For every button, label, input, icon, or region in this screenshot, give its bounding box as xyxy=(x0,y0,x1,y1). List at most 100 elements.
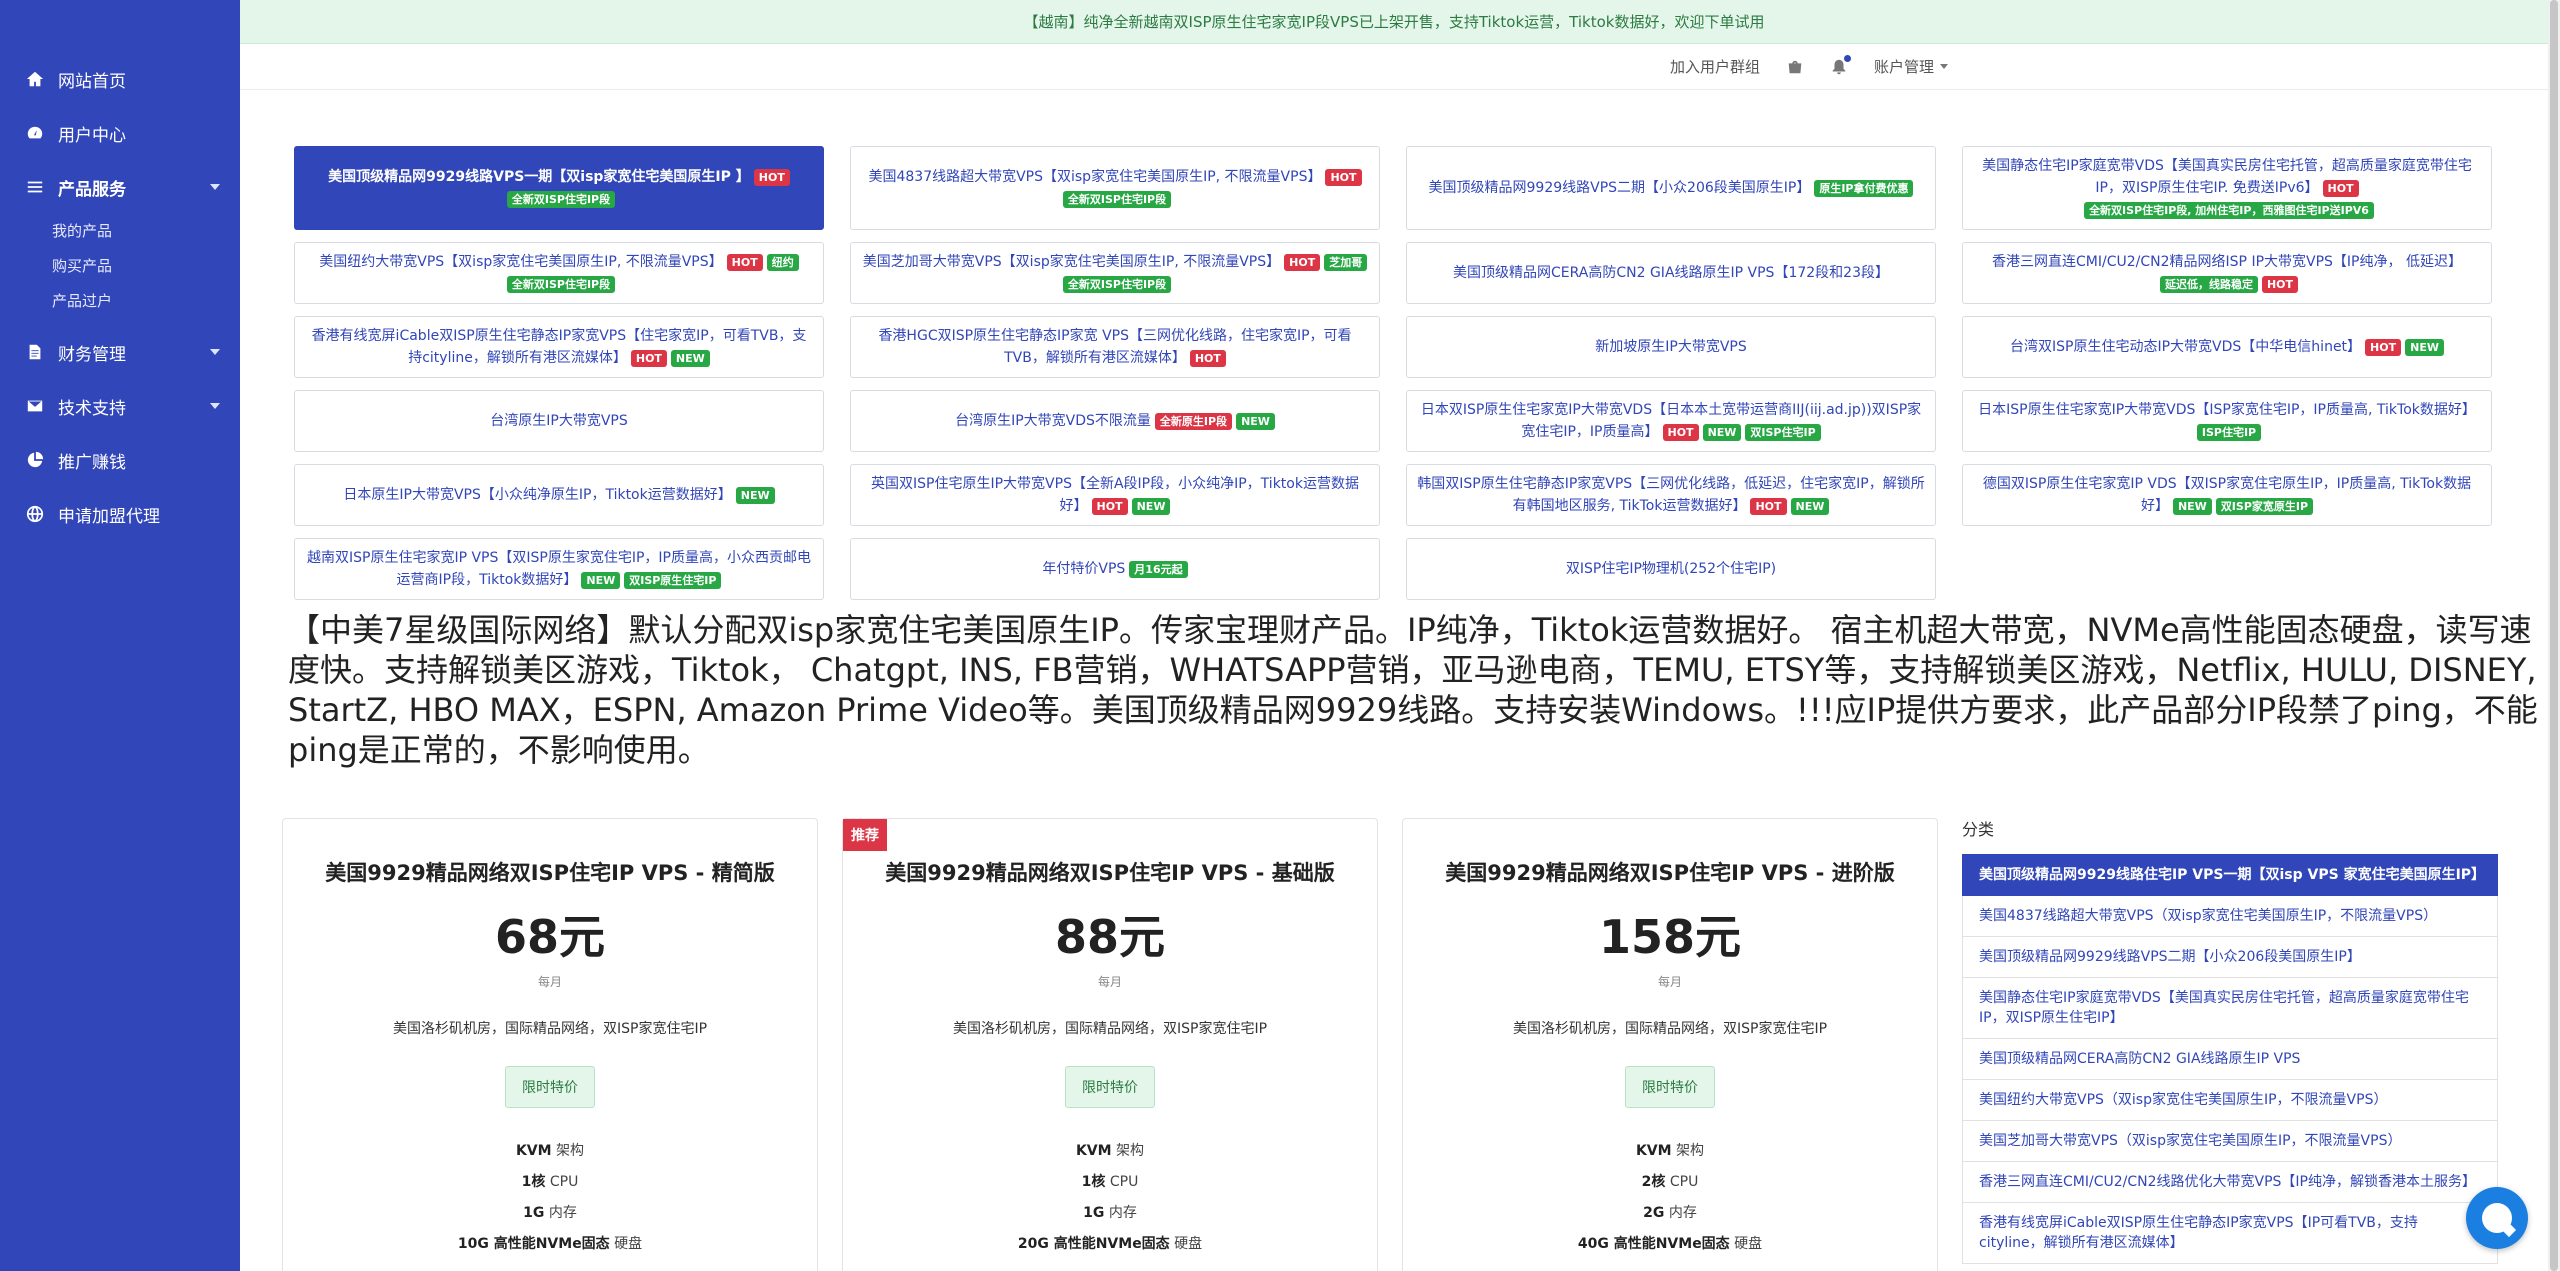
spec-value: 10G 高性能NVMe固态 xyxy=(457,1236,610,1252)
sidebar-item-home[interactable]: 网站首页 xyxy=(0,52,240,106)
bell-icon[interactable] xyxy=(1830,54,1851,76)
category-badge: 延迟低，线路稳定 xyxy=(2159,275,2258,293)
plan-name: 美国9929精品网络双ISP住宅IP VPS - 基础版 xyxy=(885,861,1335,885)
category-card-label: 美国4837线路超大带宽VPS【双isp家宽住宅美国原生IP, 不限流量VPS】 xyxy=(868,169,1322,185)
sidebar-item-support[interactable]: 技术支持 xyxy=(0,379,240,433)
category-card[interactable]: 日本ISP原生住宅家宽IP大带宽VDS【ISP家宽住宅IP，IP质量高, Tik… xyxy=(1962,390,2492,452)
category-card-content: 英国双ISP住宅原生IP大带宽VPS【全新A段IP段，小众纯净IP，Tiktok… xyxy=(861,473,1369,517)
promo-button[interactable]: 限时特价 xyxy=(505,1066,595,1108)
category-card[interactable]: 日本原生IP大带宽VPS【小众纯净原生IP，Tiktok运营数据好】 NEW xyxy=(294,464,824,526)
scrollbar-thumb[interactable] xyxy=(2550,0,2558,1271)
category-card-label: 香港HGC双ISP原生住宅静态IP家宽 VPS【三网优化线路，住宅家宽IP，可看… xyxy=(878,328,1352,366)
category-card[interactable]: 台湾原生IP大带宽VPS xyxy=(294,390,824,452)
category-card-content: 美国纽约大带宽VPS【双isp家宽住宅美国原生IP, 不限流量VPS】 HOT 纽约… xyxy=(305,251,813,295)
category-card[interactable]: 美国顶级精品网9929线路VPS一期【双isp家宽住宅美国原生IP 】 HOT 全新… xyxy=(294,146,824,230)
category-card[interactable]: 日本双ISP原生住宅家宽IP大带宽VDS【日本本土宽带运营商IIJ(iij.ad… xyxy=(1406,390,1936,452)
category-badge: NEW xyxy=(1790,497,1830,515)
category-card[interactable]: 双ISP住宅IP物理机(252个住宅IP) xyxy=(1406,538,1936,600)
recommended-badge: 推荐 xyxy=(843,819,887,851)
category-card[interactable]: 德国双ISP原生住宅家宽IP VDS【双ISP家宽住宅原生IP，IP质量高, T… xyxy=(1962,464,2492,526)
spec-value: KVM xyxy=(1635,1143,1672,1159)
category-badge: NEW xyxy=(735,486,775,504)
category-card[interactable]: 香港三网直连CMI/CU2/CN2精品网络ISP IP大带宽VPS【IP纯净， … xyxy=(1962,242,2492,304)
category-card[interactable]: 香港有线宽屏iCable双ISP原生住宅静态IP家宽VPS【住宅家宽IP，可看T… xyxy=(294,316,824,378)
sidebar-item-referral[interactable]: 推广赚钱 xyxy=(0,433,240,487)
chevron-down-icon xyxy=(210,349,220,355)
join-group-link[interactable]: 加入用户群组 xyxy=(1670,56,1760,77)
plan-spec-row: KVM 架构 xyxy=(843,1136,1377,1167)
side-category-item[interactable]: 美国顶级精品网9929线路VPS二期【小众206段美国原生IP】 xyxy=(1962,937,2498,978)
account-menu[interactable]: 账户管理 xyxy=(1874,56,1948,77)
category-badge: HOT xyxy=(630,349,667,367)
side-category-item[interactable]: 美国4837线路超大带宽VPS（双isp家宽住宅美国原生IP，不限流量VPS） xyxy=(1962,896,2498,937)
category-card-content: 香港HGC双ISP原生住宅静态IP家宽 VPS【三网优化线路，住宅家宽IP，可看… xyxy=(861,325,1369,369)
category-card-label: 年付特价VPS xyxy=(1042,561,1126,577)
category-badge: HOT xyxy=(2365,338,2402,356)
category-card[interactable]: 台湾原生IP大带宽VDS不限流量 全新原生IP段 NEW xyxy=(850,390,1380,452)
promo-button[interactable]: 限时特价 xyxy=(1065,1066,1155,1108)
category-badge: HOT xyxy=(2322,179,2359,197)
sidebar-item-finance[interactable]: 财务管理 xyxy=(0,325,240,379)
category-card[interactable]: 美国芝加哥大带宽VPS【双isp家宽住宅美国原生IP, 不限流量VPS】 HOT 芝… xyxy=(850,242,1380,304)
chevron-down-icon xyxy=(1940,64,1948,69)
category-card[interactable]: 香港HGC双ISP原生住宅静态IP家宽 VPS【三网优化线路，住宅家宽IP，可看… xyxy=(850,316,1380,378)
chevron-down-icon xyxy=(210,184,220,190)
category-card[interactable]: 年付特价VPS 月16元起 xyxy=(850,538,1380,600)
subnav-my-products[interactable]: 我的产品 xyxy=(52,214,240,249)
category-badge: 双ISP家宽原生IP xyxy=(2215,497,2314,515)
category-card-label: 越南双ISP原生住宅家宽IP VPS【双ISP原生家宽住宅IP，IP质量高，小众… xyxy=(307,550,811,588)
category-card-content: 日本ISP原生住宅家宽IP大带宽VDS【ISP家宽住宅IP，IP质量高, Tik… xyxy=(1973,399,2481,443)
category-card[interactable]: 美国纽约大带宽VPS【双isp家宽住宅美国原生IP, 不限流量VPS】 HOT 纽约… xyxy=(294,242,824,304)
subnav-buy-products[interactable]: 购买产品 xyxy=(52,249,240,284)
spec-value: 1G xyxy=(523,1205,545,1221)
category-badge: 月16元起 xyxy=(1129,560,1188,578)
side-category-item[interactable]: 香港三网直连CMI/CU2/CN2线路优化大带宽VPS【IP纯净，解锁香港本土服… xyxy=(1962,1162,2498,1203)
category-card[interactable]: 越南双ISP原生住宅家宽IP VPS【双ISP原生家宽住宅IP，IP质量高，小众… xyxy=(294,538,824,600)
promo-button[interactable]: 限时特价 xyxy=(1625,1066,1715,1108)
category-badge: 全新双ISP住宅IP段, 加州住宅IP，西雅图住宅IP送IPV6 xyxy=(2084,201,2374,219)
sidebar-item-products[interactable]: 产品服务 xyxy=(0,160,240,214)
category-card-content: 年付特价VPS 月16元起 xyxy=(1042,558,1188,580)
category-card[interactable]: 美国4837线路超大带宽VPS【双isp家宽住宅美国原生IP, 不限流量VPS】… xyxy=(850,146,1380,230)
category-badge: 双ISP住宅IP xyxy=(1745,423,1821,441)
side-category-item[interactable]: 美国顶级精品网CERA高防CN2 GIA线路原生IP VPS xyxy=(1962,1039,2498,1080)
chevron-down-icon xyxy=(210,403,220,409)
category-badge: 双ISP原生住宅IP xyxy=(624,571,722,589)
category-card-label: 香港有线宽屏iCable双ISP原生住宅静态IP家宽VPS【住宅家宽IP，可看T… xyxy=(311,328,807,366)
category-card-content: 日本原生IP大带宽VPS【小众纯净原生IP，Tiktok运营数据好】 NEW xyxy=(343,484,775,506)
spec-value: 1核 xyxy=(1081,1174,1106,1190)
side-category-item[interactable]: 美国顶级精品网9929线路住宅IP VPS一期【双isp VPS 家宽住宅美国原… xyxy=(1962,854,2498,896)
plan-list: 美国9929精品网络双ISP住宅IP VPS - 精简版 68元 每月 美国洛杉矶机房… xyxy=(282,818,1938,1271)
sidebar-item-label: 申请加盟代理 xyxy=(58,506,160,527)
category-card-label: 美国静态住宅IP家庭宽带VDS【美国真实民房住宅托管，超高质量家庭宽带住宅IP，… xyxy=(1982,158,2472,196)
category-card[interactable]: 美国静态住宅IP家庭宽带VDS【美国真实民房住宅托管，超高质量家庭宽带住宅IP，… xyxy=(1962,146,2492,230)
category-card[interactable]: 美国顶级精品网9929线路VPS二期【小众206段美国原生IP】 原生IP拿付费优… xyxy=(1406,146,1936,230)
category-card[interactable]: 美国顶级精品网CERA高防CN2 GIA线路原生IP VPS【172段和23段】 xyxy=(1406,242,1936,304)
cart-icon[interactable] xyxy=(1786,58,1804,76)
sidebar-item-agent[interactable]: 申请加盟代理 xyxy=(0,487,240,541)
side-category-item[interactable]: 香港有线宽屏iCable双ISP原生住宅静态IP家宽VPS【IP可看TVB，支持… xyxy=(1962,1203,2498,1264)
subnav-transfer-products[interactable]: 产品过户 xyxy=(52,284,240,319)
category-card-label: 美国芝加哥大带宽VPS【双isp家宽住宅美国原生IP, 不限流量VPS】 xyxy=(862,254,1281,270)
side-category-item[interactable]: 美国纽约大带宽VPS（双isp家宽住宅美国原生IP，不限流量VPS） xyxy=(1962,1080,2498,1121)
chat-button[interactable] xyxy=(2466,1187,2528,1249)
product-description: 【中美7星级国际网络】默认分配双isp家宽住宅美国原生IP。传家宝理财产品。IP… xyxy=(288,611,2538,769)
plan-name: 美国9929精品网络双ISP住宅IP VPS - 进阶版 xyxy=(1445,861,1895,885)
side-category-item[interactable]: 美国静态住宅IP家庭宽带VDS【美国真实民房住宅托管，超高质量家庭宽带住宅IP，… xyxy=(1962,978,2498,1039)
category-card[interactable]: 韩国双ISP原生住宅静态IP家宽VPS【三网优化线路，低延迟，住宅家宽IP，解锁… xyxy=(1406,464,1936,526)
category-badge: 全新双ISP住宅IP段 xyxy=(506,190,616,208)
category-card-label: 台湾原生IP大带宽VDS不限流量 xyxy=(955,413,1151,429)
category-card[interactable]: 新加坡原生IP大带宽VPS xyxy=(1406,316,1936,378)
category-card[interactable]: 英国双ISP住宅原生IP大带宽VPS【全新A段IP段，小众纯净IP，Tiktok… xyxy=(850,464,1380,526)
side-category-item[interactable]: 美国芝加哥大带宽VPS（双isp家宽住宅美国原生IP，不限流量VPS） xyxy=(1962,1121,2498,1162)
category-badge: 全新双ISP住宅IP段 xyxy=(1062,275,1172,293)
top-bar: 加入用户群组 账户管理 xyxy=(240,44,2548,90)
spec-label: 硬盘 xyxy=(1174,1236,1203,1252)
category-card-label: 韩国双ISP原生住宅静态IP家宽VPS【三网优化线路，低延迟，住宅家宽IP，解锁… xyxy=(1417,476,1925,514)
sidebar-item-user-center[interactable]: 用户中心 xyxy=(0,106,240,160)
category-card[interactable]: 台湾双ISP原生住宅动态IP大带宽VDS【中华电信hinet】 HOT NEW xyxy=(1962,316,2492,378)
category-grid: 美国顶级精品网9929线路VPS一期【双isp家宽住宅美国原生IP 】 HOT全新… xyxy=(294,146,2494,600)
spec-label: 内存 xyxy=(1108,1205,1137,1221)
scrollbar[interactable] xyxy=(2548,0,2560,1271)
category-card-content: 美国静态住宅IP家庭宽带VDS【美国真实民房住宅托管，超高质量家庭宽带住宅IP，… xyxy=(1973,155,2481,221)
